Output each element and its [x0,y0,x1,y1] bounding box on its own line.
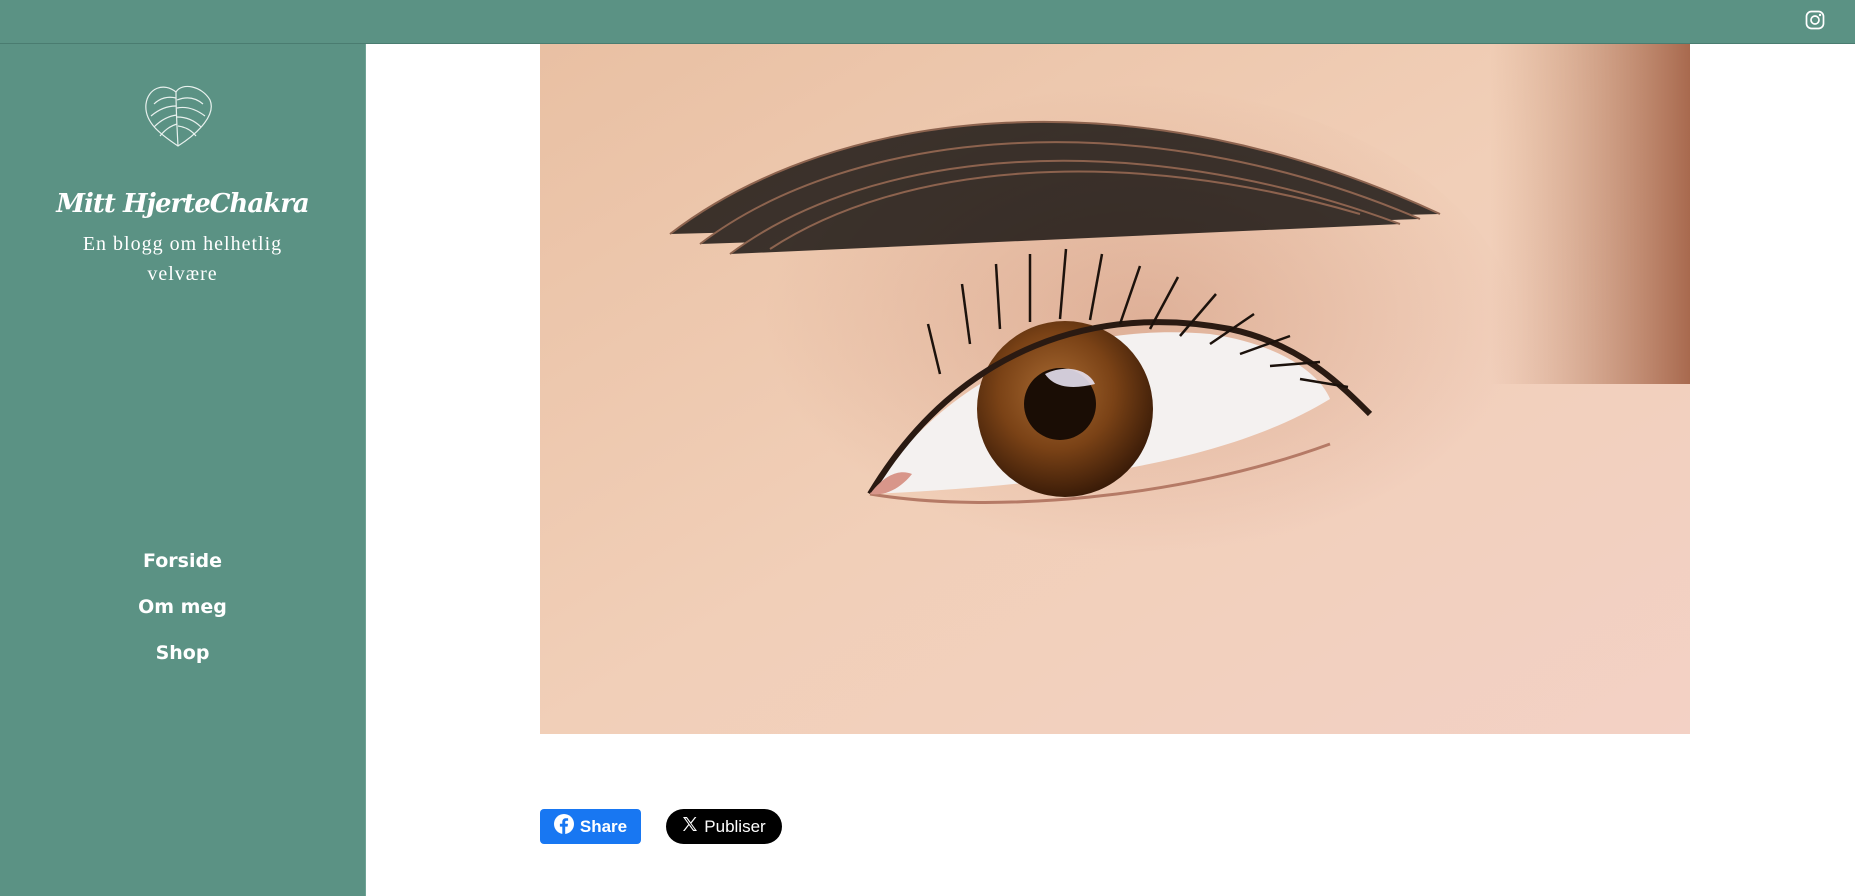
top-bar [0,0,1855,44]
instagram-icon[interactable] [1804,9,1826,31]
facebook-icon [553,814,574,839]
main-nav: Forside Om meg Shop [0,538,365,676]
x-publish-label: Publiser [704,816,766,836]
facebook-share-label: Share [579,816,628,836]
heart-leaf-icon[interactable] [140,74,216,150]
sidebar: Mitt HjerteChakra En blogg om helhetlig … [0,44,366,896]
x-publish-button[interactable]: Publiser [666,809,782,844]
facebook-share-button[interactable]: Share [540,809,641,844]
post-content: Share Publiser [366,44,1855,896]
site-tagline: En blogg om helhetlig velvære [82,233,283,285]
site-title[interactable]: Mitt HjerteChakra [0,189,365,219]
nav-item-om-meg[interactable]: Om meg [0,584,365,630]
nav-item-shop[interactable]: Shop [0,630,365,676]
hero-image [540,44,1690,734]
nav-item-forside[interactable]: Forside [0,538,365,584]
x-logo-icon [682,816,698,837]
